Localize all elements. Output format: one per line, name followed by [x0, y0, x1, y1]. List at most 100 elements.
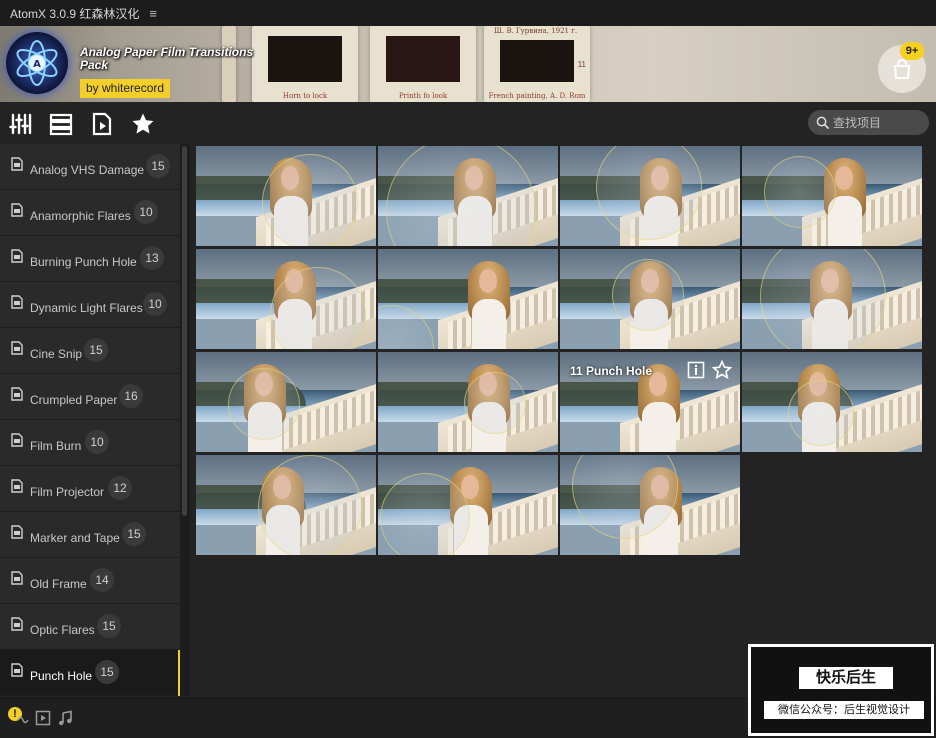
sidebar-item[interactable]: Film Projector 12 [0, 466, 180, 512]
favorites-icon[interactable] [130, 111, 156, 137]
sidebar-item-label: Film Burn [30, 439, 82, 453]
sidebar-item-count: 12 [108, 476, 132, 500]
sidebar-item-label: Burning Punch Hole [30, 255, 137, 269]
watermark-title: 快乐后生 [799, 667, 893, 689]
sidebar-item[interactable]: Anamorphic Flares 10 [0, 190, 180, 236]
atomx-logo-icon: A [6, 32, 68, 94]
sidebar-item-label: Optic Flares [30, 623, 95, 637]
toolbar [0, 102, 936, 144]
preset-file-icon [11, 295, 23, 309]
hamburger-menu-icon[interactable]: ≡ [149, 6, 157, 21]
film-slide-caption: French painting, A. D. Rom [488, 92, 586, 100]
preset-thumbnail[interactable] [742, 249, 922, 349]
preset-thumbnail[interactable] [742, 146, 922, 246]
sidebar-item-label: Old Frame [30, 577, 87, 591]
sidebar-item[interactable]: Optic Flares 15 [0, 604, 180, 650]
preset-thumbnail[interactable] [196, 352, 376, 452]
search-box[interactable] [808, 110, 929, 135]
preset-file-icon [11, 341, 23, 355]
sidebar-item[interactable]: Cine Snip 15 [0, 328, 180, 374]
svg-text:A: A [33, 59, 41, 70]
preset-file-icon [11, 571, 23, 585]
list-view-icon[interactable] [48, 111, 74, 137]
sidebar-item[interactable]: Old Frame 14 [0, 558, 180, 604]
preset-file-icon [11, 617, 23, 631]
app-title: AtomX 3.0.9 红森林汉化 [10, 6, 140, 21]
star-icon[interactable] [712, 360, 732, 380]
preset-file-icon [11, 157, 23, 171]
film-slide-3: Ш. В. Гурвина, 1921 г. 11 French paintin… [484, 26, 590, 102]
pack-title: Analog Paper Film Transitions Pack [80, 45, 254, 72]
watermark-overlay: 快乐后生 微信公众号：后生视觉设计 [748, 644, 934, 736]
sidebar-item[interactable]: Film Burn 10 [0, 420, 180, 466]
audio-wave-icon[interactable] [14, 711, 32, 729]
preset-thumbnail[interactable] [378, 249, 558, 349]
film-slide-caption: Printh fo look [398, 92, 448, 100]
sidebar-item-count: 15 [84, 338, 108, 362]
title-bar: AtomX 3.0.9 红森林汉化 ≡ [0, 0, 936, 26]
film-slide-number: 11 [577, 60, 586, 69]
film-slide-tag: Ш. В. Гурвина, 1921 г. [494, 27, 578, 35]
preset-thumbnail[interactable] [196, 455, 376, 555]
sidebar-item-count: 14 [90, 568, 114, 592]
sidebar-item-count: 10 [143, 292, 167, 316]
sidebar-item[interactable]: Burning Punch Hole 13 [0, 236, 180, 282]
preset-file-icon [11, 387, 23, 401]
preset-hover-label: 11 Punch Hole [570, 364, 653, 378]
preset-thumbnail[interactable]: 11 Punch Hole [560, 352, 740, 452]
category-sidebar: Analog VHS Damage 15 Anamorphic Flares 10 Bu… [0, 144, 180, 696]
sidebar-item-label: Punch Hole [30, 669, 93, 683]
preset-thumbnail[interactable] [196, 249, 376, 349]
sidebar-item[interactable]: Marker and Tape 15 [0, 512, 180, 558]
sidebar-item[interactable]: Crumpled Paper 16 [0, 374, 180, 420]
preset-file-icon [11, 663, 23, 677]
watermark-subtitle: 微信公众号：后生视觉设计 [764, 701, 924, 719]
preset-thumbnail[interactable] [196, 146, 376, 246]
info-icon[interactable] [686, 360, 706, 380]
atomx-window: AtomX 3.0.9 红森林汉化 ≡ Horn to lock Printh … [0, 0, 936, 738]
search-input[interactable] [833, 115, 923, 130]
preset-thumbnail[interactable] [378, 352, 558, 452]
sidebar-item-label: Analog VHS Damage [30, 163, 145, 177]
sidebar-item-label: Anamorphic Flares [30, 209, 131, 223]
sidebar-item-label: Film Projector [30, 485, 105, 499]
sidebar-item[interactable]: Dynamic Light Flares 10 [0, 282, 180, 328]
sidebar-item[interactable]: Analog VHS Damage 15 [0, 144, 180, 190]
sidebar-item[interactable]: Punch Hole 15 [0, 650, 180, 696]
preset-file-icon [11, 525, 23, 539]
sidebar-item-count: 15 [146, 154, 170, 178]
preset-file-icon [11, 433, 23, 447]
author-badge[interactable]: by whiterecord [80, 79, 171, 98]
sidebar-item-label: Marker and Tape [30, 531, 120, 545]
pack-banner: Horn to lock Printh fo look Ш. В. Гурвин… [0, 26, 936, 102]
preset-file-icon [11, 203, 23, 217]
preset-thumbnail[interactable] [378, 455, 558, 555]
preview-icon[interactable] [89, 111, 115, 137]
sidebar-item-count: 16 [119, 384, 143, 408]
preset-thumbnail[interactable] [560, 146, 740, 246]
sidebar-item-count: 15 [95, 660, 119, 684]
sidebar-scrollbar-thumb[interactable] [182, 146, 187, 516]
preset-file-icon [11, 479, 23, 493]
preset-grid: 11 Punch Hole [196, 146, 924, 558]
film-slide-caption: Horn to lock [282, 92, 328, 100]
search-icon [816, 116, 829, 129]
sidebar-item-label: Cine Snip [30, 347, 83, 361]
preset-thumbnail[interactable] [742, 352, 922, 452]
preset-thumbnail[interactable] [560, 455, 740, 555]
sidebar-item-count: 10 [85, 430, 109, 454]
sidebar-item-count: 15 [97, 614, 121, 638]
sidebar-item-count: 10 [134, 200, 158, 224]
preset-thumbnail[interactable] [378, 146, 558, 246]
preset-thumbnail[interactable] [560, 249, 740, 349]
preset-file-icon [11, 249, 23, 263]
sidebar-item-label: Dynamic Light Flares [30, 301, 143, 315]
mixer-icon[interactable] [8, 111, 34, 137]
cart-count-badge: 9+ [900, 42, 924, 60]
music-note-icon[interactable] [56, 709, 74, 727]
film-slide-2: Printh fo look [370, 26, 476, 102]
sidebar-item-label: Crumpled Paper [30, 393, 118, 407]
video-filter-icon[interactable] [34, 709, 52, 727]
sidebar-item-count: 13 [140, 246, 164, 270]
sidebar-item-count: 15 [122, 522, 146, 546]
